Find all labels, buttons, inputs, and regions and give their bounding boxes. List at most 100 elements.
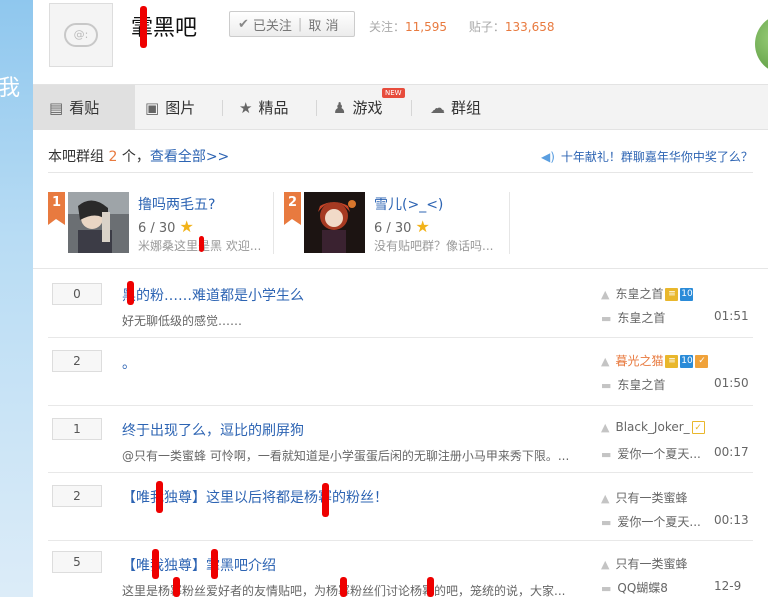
redaction-mark bbox=[211, 549, 218, 579]
reply-count: 2 bbox=[52, 350, 102, 372]
reply-count: 0 bbox=[52, 283, 102, 305]
tab-divider bbox=[222, 100, 223, 116]
last-reply-name[interactable]: 东皇之首 bbox=[617, 311, 665, 325]
reply-icon: ▬ bbox=[601, 379, 612, 392]
group-divider bbox=[273, 192, 274, 254]
tab-posts-label: 看贴 bbox=[69, 99, 100, 117]
last-reply-user[interactable]: ▬ 东皇之首 bbox=[601, 309, 665, 326]
thread-author[interactable]: ▲ 东皇之首 ≡ 10 bbox=[601, 285, 694, 302]
thread-title[interactable]: 黑的粉……难道都是小学生么 bbox=[122, 285, 304, 305]
last-reply-user[interactable]: ▬ 爱你一个夏天... bbox=[601, 513, 701, 530]
user-icon: ▲ bbox=[601, 492, 610, 505]
follow-count: 11,595 bbox=[405, 20, 448, 34]
check-icon: ✔ bbox=[238, 16, 249, 32]
redaction-mark bbox=[340, 577, 347, 597]
level-badge-icon: ≡ bbox=[665, 288, 679, 301]
author-name[interactable]: 暮光之猫 bbox=[615, 354, 663, 368]
chat-icon: ☁ bbox=[430, 98, 445, 117]
level-badge-icon: ≡ bbox=[665, 355, 679, 368]
last-reply-name[interactable]: QQ蝴蝶8 bbox=[617, 581, 668, 595]
star-icon: ★ bbox=[415, 217, 430, 236]
star-icon: ★ bbox=[239, 98, 253, 117]
last-reply-name[interactable]: 东皇之首 bbox=[617, 378, 665, 392]
thread-title[interactable]: 【唯我独尊】霏黑吧介绍 bbox=[122, 555, 276, 575]
forum-avatar[interactable]: @: bbox=[49, 3, 113, 67]
redaction-mark bbox=[322, 483, 329, 517]
forum-tabs: ▤ 看贴 ▣ 图片 ★ 精品 ♟ 游戏 NEW ☁ 群组 bbox=[33, 84, 768, 130]
thread-author[interactable]: ▲ 只有一类蜜蜂 bbox=[601, 489, 687, 506]
last-reply-time: 00:17 bbox=[714, 445, 749, 459]
thread-row: 5 【唯我独尊】霏黑吧介绍 这里是杨幂粉丝爱好者的友情贴吧，为杨幂粉丝们讨论杨幂… bbox=[33, 541, 768, 597]
group-members: 6 / 30 bbox=[374, 221, 412, 236]
last-reply-time: 12-9 bbox=[714, 579, 742, 593]
forum-page: @: 霏黑吧 ✔ 已关注 | 取 消 关注：11,595 贴子：133,658 … bbox=[33, 0, 768, 597]
group-thumbnail[interactable] bbox=[304, 192, 365, 253]
last-reply-name[interactable]: 爱你一个夏天... bbox=[617, 447, 700, 461]
thread-abstract: 这里是杨幂粉丝爱好者的友情贴吧，为杨幂粉丝们讨论杨幂的吧，笼统的说，大家... bbox=[122, 582, 572, 597]
thread-abstract: 好无聊低级的感觉…… bbox=[122, 314, 243, 328]
promo-banner[interactable]: ◀) 十年献礼！群聊嘉年华你中奖了么？ bbox=[541, 148, 753, 165]
group-description: 没有贴吧群？像话吗... bbox=[374, 239, 494, 253]
tab-featured-label: 精品 bbox=[258, 99, 289, 117]
forum-stats: 关注：11,595 贴子：133,658 bbox=[369, 18, 554, 35]
group-card[interactable]: 2 雪儿(>_<) 6 / 30 ★ 没有贴吧群？像话吗... bbox=[284, 192, 504, 254]
unfollow-link[interactable]: 取 消 bbox=[308, 15, 338, 34]
thread-row: 0 黑的粉……难道都是小学生么 好无聊低级的感觉…… ▲ 东皇之首 ≡ 10 ▬ 东皇之… bbox=[33, 269, 768, 338]
group-card[interactable]: 1 撸吗两毛五? 6 / 30 ★ 米娜桑这里是黑 欢迎... bbox=[48, 192, 268, 254]
last-reply-name[interactable]: 爱你一个夏天... bbox=[617, 515, 700, 529]
group-divider bbox=[509, 192, 510, 254]
group-name[interactable]: 雪儿(>_<) bbox=[374, 194, 443, 214]
follow-count-label: 关注： bbox=[369, 20, 406, 34]
redaction-mark bbox=[427, 577, 434, 597]
user-icon: ▲ bbox=[601, 355, 610, 368]
post-count-label: 贴子： bbox=[468, 20, 505, 34]
view-all-groups-link[interactable]: 查看全部>> bbox=[150, 149, 229, 165]
tab-games-label: 游戏 bbox=[352, 99, 383, 117]
chat-bubble-icon: @: bbox=[64, 23, 98, 47]
thread-title[interactable]: 。 bbox=[122, 353, 136, 373]
thread-title[interactable]: 终于出现了么，逗比的刷屏狗 bbox=[122, 420, 304, 440]
rank-badge: 1 bbox=[48, 192, 65, 225]
last-reply-user[interactable]: ▬ 爱你一个夏天... bbox=[601, 445, 701, 462]
reply-count: 5 bbox=[52, 551, 102, 573]
forum-header: @: 霏黑吧 ✔ 已关注 | 取 消 关注：11,595 贴子：133,658 bbox=[33, 0, 768, 84]
groups-heading-suffix: 个， bbox=[121, 149, 150, 165]
vip-badge-icon: ✓ bbox=[695, 355, 709, 368]
member-badge-icon: 10 bbox=[680, 288, 694, 301]
tab-featured[interactable]: ★ 精品 bbox=[239, 85, 288, 130]
tab-posts[interactable]: ▤ 看贴 bbox=[33, 85, 135, 130]
author-name[interactable]: 东皇之首 bbox=[615, 287, 663, 301]
last-reply-user[interactable]: ▬ 东皇之首 bbox=[601, 376, 665, 393]
reply-icon: ▬ bbox=[601, 312, 612, 325]
author-name[interactable]: 只有一类蜜蜂 bbox=[615, 491, 687, 505]
speaker-icon: ◀) bbox=[541, 150, 555, 164]
group-members: 6 / 30 bbox=[138, 221, 176, 236]
tab-images[interactable]: ▣ 图片 bbox=[145, 85, 195, 130]
thread-author[interactable]: ▲ 暮光之猫 ≡ 10 ✓ bbox=[601, 352, 709, 369]
promo-text: 十年献礼！群聊嘉年华你中奖了么？ bbox=[560, 150, 753, 164]
group-member-count: 6 / 30 ★ bbox=[374, 217, 430, 236]
last-reply-user[interactable]: ▬ QQ蝴蝶8 bbox=[601, 579, 668, 596]
posts-icon: ▤ bbox=[49, 98, 64, 117]
redaction-mark bbox=[173, 577, 180, 597]
follow-button[interactable]: ✔ 已关注 | 取 消 bbox=[229, 11, 355, 37]
redaction-mark bbox=[140, 6, 147, 48]
last-reply-time: 01:51 bbox=[714, 309, 749, 323]
follow-divider: | bbox=[297, 16, 303, 32]
groups-count: 2 bbox=[108, 149, 118, 165]
author-name[interactable]: Black_Joker_ bbox=[615, 420, 689, 434]
page-background-left: 我 bbox=[0, 0, 33, 597]
thread-author[interactable]: ▲ Black_Joker_ ✓ bbox=[601, 420, 705, 434]
tab-games[interactable]: ♟ 游戏 bbox=[333, 85, 382, 130]
groups-divider bbox=[48, 172, 753, 173]
image-icon: ▣ bbox=[145, 98, 160, 117]
author-name[interactable]: 只有一类蜜蜂 bbox=[615, 557, 687, 571]
thread-abstract: @只有一类蜜蜂 可怜啊，一看就知道是小学蛋蛋后闲的无聊注册小马甲来秀下限。... bbox=[122, 449, 570, 463]
group-member-count: 6 / 30 ★ bbox=[138, 217, 194, 236]
user-icon: ▲ bbox=[601, 558, 610, 571]
thread-author[interactable]: ▲ 只有一类蜜蜂 bbox=[601, 555, 687, 572]
group-thumbnail[interactable] bbox=[68, 192, 129, 253]
reply-count: 1 bbox=[52, 418, 102, 440]
tab-groups[interactable]: ☁ 群组 bbox=[430, 85, 481, 130]
group-name[interactable]: 撸吗两毛五? bbox=[138, 194, 215, 214]
